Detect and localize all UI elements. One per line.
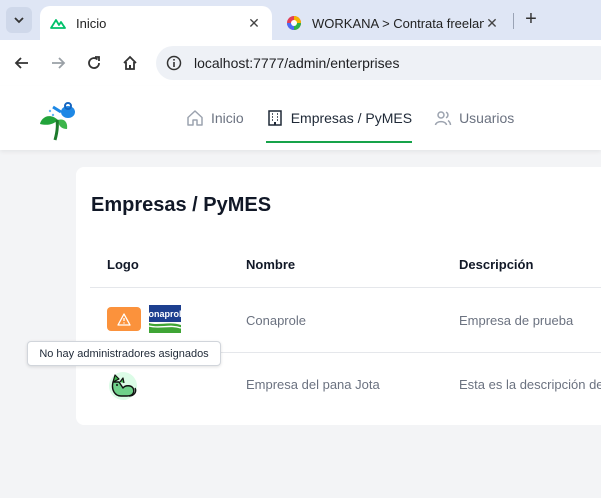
column-header-nombre: Nombre [246, 257, 296, 272]
enterprise-name: Conaprole [246, 313, 306, 328]
browser-tab-workana[interactable]: WORKANA > Contrata freelance ✕ [276, 6, 510, 40]
enterprise-description: Empresa de prueba [459, 313, 574, 328]
reload-button[interactable] [83, 52, 105, 74]
reload-icon [88, 56, 100, 69]
table-divider [90, 287, 601, 288]
enterprise-description: Esta es la descripción de [459, 377, 601, 392]
home-icon [123, 55, 137, 70]
url-text: localhost:7777/admin/enterprises [194, 55, 400, 71]
new-tab-button[interactable]: + [520, 8, 542, 30]
forward-button[interactable] [47, 52, 69, 74]
tab-separator [513, 13, 514, 29]
nuxt-icon [50, 19, 66, 29]
nav-label: Inicio [211, 110, 244, 126]
building-icon [267, 110, 282, 126]
browser-tab-bar: Inicio ✕ WORKANA > Contrata freelance ✕ … [0, 0, 601, 40]
browser-tab-inicio[interactable]: Inicio ✕ [40, 6, 272, 40]
page-title: Empresas / PyMES [91, 194, 272, 216]
tab-title: Inicio [76, 15, 107, 31]
back-button[interactable] [11, 52, 33, 74]
tab-search-button[interactable] [6, 7, 32, 33]
warning-icon [117, 312, 131, 326]
enterprise-name: Empresa del pana Jota [246, 377, 380, 392]
app-logo[interactable] [34, 96, 80, 142]
cat-logo [109, 372, 137, 400]
column-header-descripcion: Descripción [459, 257, 534, 272]
column-header-logo: Logo [107, 257, 139, 272]
nav-label: Usuarios [459, 110, 515, 126]
tooltip: No hay administradores asignados [27, 341, 221, 366]
app-header: Inicio Empresas / PyMES Usuarios [0, 86, 601, 150]
nav-item-inicio[interactable]: Inicio [186, 86, 244, 150]
nav-label: Empresas / PyMES [290, 110, 413, 126]
svg-text:conaprole: conaprole [148, 309, 182, 319]
home-icon [187, 110, 203, 126]
browser-toolbar: localhost:7777/admin/enterprises [0, 40, 601, 86]
nav-item-empresas[interactable]: Empresas / PyMES [265, 86, 413, 150]
close-icon[interactable]: ✕ [246, 15, 262, 32]
home-button[interactable] [119, 52, 141, 74]
info-icon[interactable] [166, 55, 182, 71]
tab-title: WORKANA > Contrata freelance [312, 15, 484, 31]
users-icon [434, 111, 452, 126]
arrow-right-icon [52, 57, 66, 69]
conaprole-logo: conaprole [148, 304, 182, 334]
workana-icon [287, 16, 301, 30]
warning-button[interactable] [107, 307, 141, 331]
address-bar[interactable]: localhost:7777/admin/enterprises [156, 46, 601, 80]
nav-item-usuarios[interactable]: Usuarios [434, 86, 514, 150]
close-icon[interactable]: ✕ [484, 15, 500, 32]
main-nav: Inicio Empresas / PyMES Usuarios [186, 86, 536, 150]
chevron-down-icon [14, 17, 24, 24]
arrow-left-icon [14, 57, 28, 69]
enterprises-card: Empresas / PyMES Logo Nombre Descripción… [76, 167, 601, 425]
